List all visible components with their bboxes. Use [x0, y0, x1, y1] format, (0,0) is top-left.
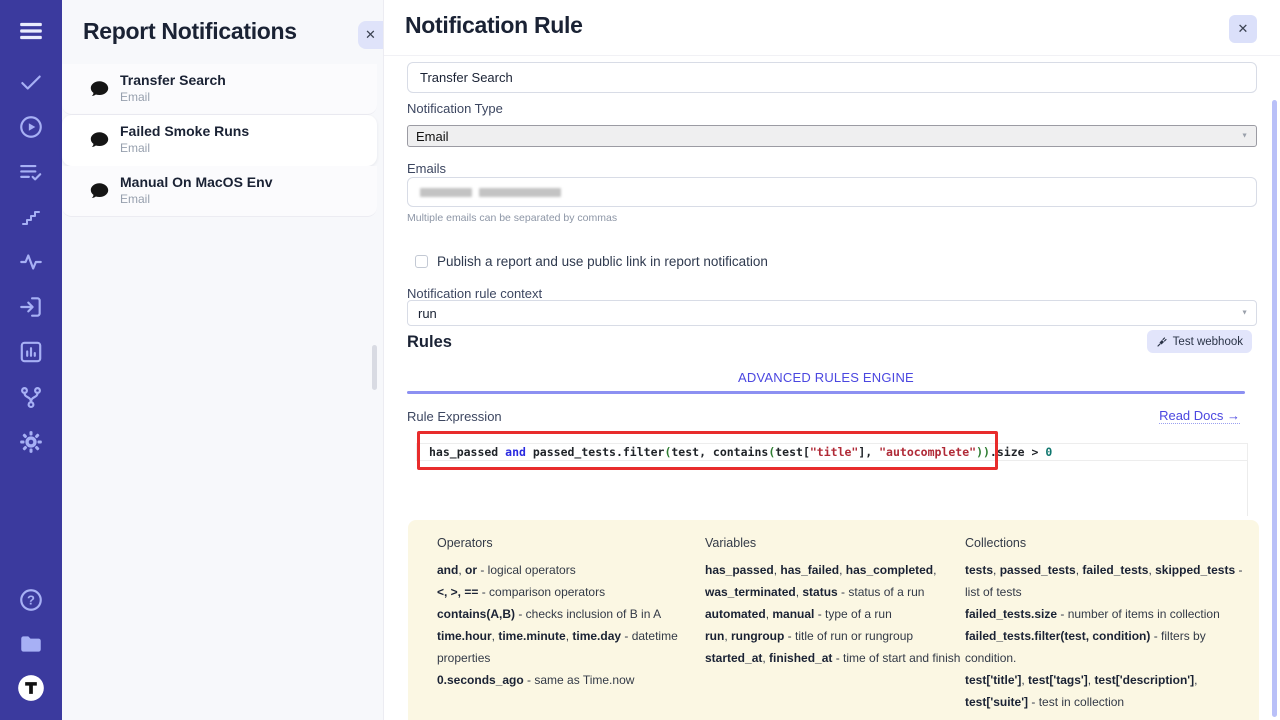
notification-title: Manual On MacOS Env: [120, 174, 377, 190]
help-icon[interactable]: ?: [17, 586, 45, 614]
tab-underline: [407, 391, 1245, 394]
panel-scrollbar[interactable]: [372, 345, 377, 390]
help-column-operators: Operators and, or - logical operators<, >…: [437, 536, 678, 691]
help-line: run, rungroup - title of run or rungroup: [705, 625, 960, 647]
help-column-title: Collections: [965, 536, 1243, 550]
notification-list-item[interactable]: Transfer Search Email: [62, 64, 377, 115]
help-line: failed_tests.size - number of items in c…: [965, 603, 1243, 625]
help-line: started_at, finished_at - time of start …: [705, 647, 960, 669]
check-icon[interactable]: [17, 68, 45, 96]
help-line: has_passed, has_failed, has_completed,: [705, 559, 960, 581]
gear-icon[interactable]: [17, 428, 45, 456]
menu-icon[interactable]: [17, 17, 45, 45]
notification-type: Email: [120, 90, 377, 104]
type-label: Notification Type: [407, 101, 503, 116]
rule-context-select[interactable]: run ▼: [407, 300, 1257, 326]
report-notifications-panel: Report Notifications ✕ Transfer Search E…: [62, 0, 384, 720]
logo-icon[interactable]: [17, 674, 45, 702]
help-column-title: Variables: [705, 536, 960, 550]
help-line: was_terminated, status - status of a run: [705, 581, 960, 603]
pulse-icon[interactable]: [17, 248, 45, 276]
publish-checkbox-label: Publish a report and use public link in …: [437, 254, 768, 269]
redacted-email-value: [408, 178, 1256, 206]
help-line: test['title'], test['tags'], test['descr…: [965, 669, 1243, 691]
help-line: properties: [437, 647, 678, 669]
folder-icon[interactable]: [17, 630, 45, 658]
notification-type-select[interactable]: Email ▼: [407, 125, 1257, 147]
branch-icon[interactable]: [17, 383, 45, 411]
rule-expression-editor[interactable]: has_passed and passed_tests.filter(test,…: [416, 443, 1248, 461]
help-column-collections: Collections tests, passed_tests, failed_t…: [965, 536, 1243, 713]
test-webhook-label: Test webhook: [1173, 336, 1243, 348]
rule-expression-code: has_passed and passed_tests.filter(test,…: [429, 445, 1052, 459]
notification-type: Email: [120, 141, 377, 155]
notification-type: Email: [120, 192, 377, 206]
test-webhook-button[interactable]: Test webhook: [1147, 330, 1252, 353]
publish-checkbox-row[interactable]: Publish a report and use public link in …: [415, 254, 768, 269]
notification-rule-editor: Notification Rule ✕ Notification Type Em…: [384, 0, 1280, 720]
help-column-title: Operators: [437, 536, 678, 550]
help-line: and, or - logical operators: [437, 559, 678, 581]
chevron-down-icon: ▼: [1241, 133, 1248, 140]
editor-content: Notification Type Email ▼ Emails Multipl…: [407, 0, 1257, 720]
type-value: Email: [416, 129, 449, 144]
help-line: 0.seconds_ago - same as Time.now: [437, 669, 678, 691]
app: ? Report Notifications ✕ Transfer Search…: [0, 0, 1280, 720]
publish-checkbox[interactable]: [415, 255, 428, 268]
chat-bubble-icon: [88, 129, 111, 156]
plug-icon: [1156, 336, 1168, 348]
help-line: list of tests: [965, 581, 1243, 603]
close-icon: ✕: [365, 27, 376, 43]
rules-help-box: Operators and, or - logical operators<, >…: [408, 520, 1259, 720]
read-docs-link[interactable]: Read Docs →: [1159, 408, 1240, 424]
main-scrollbar[interactable]: [1272, 100, 1277, 717]
panel-close-button[interactable]: ✕: [358, 21, 383, 49]
notification-title: Failed Smoke Runs: [120, 123, 377, 139]
chat-bubble-icon: [88, 180, 111, 207]
panel-title: Report Notifications: [83, 18, 297, 45]
tab-advanced-rules-engine[interactable]: ADVANCED RULES ENGINE: [407, 370, 1245, 385]
help-line: time.hour, time.minute, time.day - datet…: [437, 625, 678, 647]
help-line: contains(A,B) - checks inclusion of B in…: [437, 603, 678, 625]
chevron-down-icon: ▼: [1241, 310, 1248, 317]
help-line: automated, manual - type of a run: [705, 603, 960, 625]
rule-expression-label: Rule Expression: [407, 409, 502, 424]
emails-help-text: Multiple emails can be separated by comm…: [407, 212, 617, 224]
help-line: condition.: [965, 647, 1243, 669]
play-circle-icon[interactable]: [17, 113, 45, 141]
help-column-variables: Variables has_passed, has_failed, has_com…: [705, 536, 960, 669]
list-check-icon[interactable]: [17, 158, 45, 186]
context-value: run: [418, 306, 437, 321]
sidebar: ?: [0, 0, 62, 720]
emails-input[interactable]: [407, 177, 1257, 207]
chat-bubble-icon: [88, 78, 111, 105]
svg-text:?: ?: [27, 593, 35, 608]
rule-name-input[interactable]: [407, 62, 1257, 93]
notification-list-item[interactable]: Manual On MacOS Env Email: [62, 166, 377, 217]
help-line: failed_tests.filter(test, condition) - f…: [965, 625, 1243, 647]
rules-heading: Rules: [407, 333, 452, 352]
help-line: <, >, == - comparison operators: [437, 581, 678, 603]
help-line: tests, passed_tests, failed_tests, skipp…: [965, 559, 1243, 581]
notification-title: Transfer Search: [120, 72, 377, 88]
context-label: Notification rule context: [407, 286, 542, 301]
help-line: test['suite'] - test in collection: [965, 691, 1243, 713]
bar-chart-icon[interactable]: [17, 338, 45, 366]
emails-label: Emails: [407, 161, 446, 176]
notification-list-item[interactable]: Failed Smoke Runs Email: [62, 115, 377, 166]
steps-icon[interactable]: [17, 203, 45, 231]
sign-in-icon[interactable]: [17, 293, 45, 321]
